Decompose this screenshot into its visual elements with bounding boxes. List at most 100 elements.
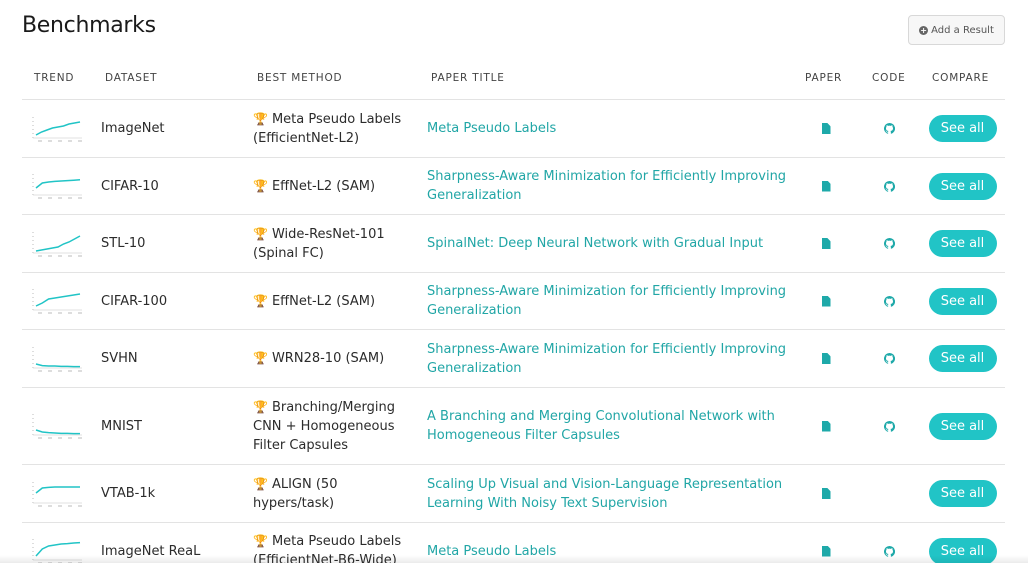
github-icon[interactable]	[883, 295, 895, 307]
paper-document-icon[interactable]	[822, 238, 831, 249]
trend-line	[35, 362, 80, 367]
header-trend: TREND	[34, 72, 75, 84]
trend-line	[35, 485, 80, 494]
trend-line	[35, 120, 81, 136]
trend-sparkline[interactable]	[30, 330, 82, 387]
trend-chart	[32, 231, 82, 256]
table-row: SVHN 🏆 WRN28-10 (SAM) Sharpness-Aware Minim…	[22, 330, 1005, 388]
header-dataset: DATASET	[105, 72, 158, 84]
trend-line	[35, 234, 81, 252]
dataset-name[interactable]: VTAB-1k	[101, 465, 251, 522]
dataset-name[interactable]: MNIST	[101, 388, 251, 464]
table-row: CIFAR-100 🏆 EffNet-L2 (SAM) Sharpness-Aware…	[22, 273, 1005, 330]
trophy-icon: 🏆	[253, 399, 268, 414]
dataset-name[interactable]: CIFAR-100	[101, 273, 251, 329]
header-paper: PAPER	[805, 72, 843, 84]
dataset-name[interactable]: STL-10	[101, 215, 251, 272]
best-method-label: Meta Pseudo Labels (EfficientNet-B6-Wide…	[253, 534, 402, 563]
see-all-button[interactable]: See all	[928, 480, 997, 507]
trophy-icon: 🏆	[253, 178, 268, 193]
paper-title-link[interactable]: Sharpness-Aware Minimization for Efficie…	[427, 273, 787, 329]
best-method[interactable]: 🏆 WRN28-10 (SAM)	[253, 330, 413, 387]
trend-chart	[32, 116, 82, 141]
trend-sparkline[interactable]	[30, 158, 82, 214]
trend-sparkline[interactable]	[30, 273, 82, 329]
see-all-button[interactable]: See all	[928, 115, 997, 142]
paper-document-icon[interactable]	[822, 296, 831, 307]
paper-document-icon[interactable]	[822, 546, 831, 557]
best-method[interactable]: 🏆 ALIGN (50 hypers/task)	[253, 465, 413, 522]
see-all-button[interactable]: See all	[928, 537, 997, 563]
add-result-label: Add a Result	[931, 24, 994, 36]
paper-cell	[811, 215, 841, 272]
paper-document-icon[interactable]	[822, 123, 831, 134]
trend-sparkline[interactable]	[30, 100, 82, 157]
best-method-label: Branching/Merging CNN + Homogeneous Filt…	[253, 399, 395, 453]
trend-line	[35, 179, 81, 189]
trend-sparkline[interactable]	[30, 388, 82, 464]
trend-chart	[32, 539, 82, 563]
trend-sparkline[interactable]	[30, 465, 82, 522]
paper-document-icon[interactable]	[822, 488, 831, 499]
best-method[interactable]: 🏆 Meta Pseudo Labels (EfficientNet-L2)	[253, 100, 413, 157]
compare-cell: See all	[928, 158, 997, 214]
trend-chart	[32, 289, 82, 314]
compare-cell: See all	[928, 465, 997, 522]
github-icon[interactable]	[883, 545, 895, 557]
dataset-name[interactable]: CIFAR-10	[101, 158, 251, 214]
compare-cell: See all	[928, 523, 997, 563]
table-row: STL-10 🏆 Wide-ResNet-101 (Spinal FC) Spinal…	[22, 215, 1005, 273]
see-all-button[interactable]: See all	[928, 230, 997, 257]
paper-title-link[interactable]: Meta Pseudo Labels	[427, 523, 787, 563]
paper-title-link[interactable]: SpinalNet: Deep Neural Network with Grad…	[427, 215, 787, 272]
code-cell	[875, 388, 903, 464]
best-method[interactable]: 🏆 EffNet-L2 (SAM)	[253, 158, 413, 214]
best-method-label: Meta Pseudo Labels (EfficientNet-L2)	[253, 111, 402, 146]
table-row: ImageNet ReaL 🏆 Meta Pseudo Labels (Effici…	[22, 523, 1005, 563]
paper-title-link[interactable]: Sharpness-Aware Minimization for Efficie…	[427, 158, 787, 214]
best-method[interactable]: 🏆 Wide-ResNet-101 (Spinal FC)	[253, 215, 413, 272]
paper-title-link[interactable]: Sharpness-Aware Minimization for Efficie…	[427, 330, 787, 387]
github-icon[interactable]	[883, 238, 895, 249]
see-all-button[interactable]: See all	[928, 412, 997, 440]
best-method-label: WRN28-10 (SAM)	[271, 351, 385, 366]
best-method[interactable]: 🏆 Branching/Merging CNN + Homogeneous Fil…	[253, 388, 413, 464]
paper-title-link[interactable]: Scaling Up Visual and Vision-Language Re…	[427, 465, 787, 522]
best-method-label: Wide-ResNet-101 (Spinal FC)	[253, 226, 385, 261]
paper-document-icon[interactable]	[822, 181, 831, 192]
see-all-button[interactable]: See all	[928, 287, 997, 315]
trend-chart	[32, 414, 82, 439]
code-cell	[875, 100, 903, 157]
paper-document-icon[interactable]	[822, 421, 831, 432]
compare-cell: See all	[928, 330, 997, 387]
header-code: CODE	[872, 72, 906, 84]
github-icon[interactable]	[883, 353, 895, 364]
compare-cell: See all	[928, 273, 997, 329]
github-icon[interactable]	[883, 420, 895, 432]
table-row: VTAB-1k 🏆 ALIGN (50 hypers/task) Scaling Up…	[22, 465, 1005, 523]
github-icon[interactable]	[883, 180, 895, 192]
dataset-name[interactable]: ImageNet	[101, 100, 251, 157]
code-cell	[875, 158, 903, 214]
dataset-name[interactable]: SVHN	[101, 330, 251, 387]
header-paper-title: PAPER TITLE	[431, 72, 505, 84]
best-method[interactable]: 🏆 Meta Pseudo Labels (EfficientNet-B6-Wid…	[253, 523, 413, 563]
see-all-button[interactable]: See all	[928, 345, 997, 372]
paper-title-link[interactable]: A Branching and Merging Convolutional Ne…	[427, 388, 787, 464]
trend-chart	[32, 174, 82, 199]
paper-document-icon[interactable]	[822, 353, 831, 364]
best-method[interactable]: 🏆 EffNet-L2 (SAM)	[253, 273, 413, 329]
dataset-name[interactable]: ImageNet ReaL	[101, 523, 251, 563]
trophy-icon: 🏆	[253, 111, 268, 126]
plus-circle-icon: +	[919, 25, 929, 35]
paper-cell	[811, 388, 841, 464]
paper-title-link[interactable]: Meta Pseudo Labels	[427, 100, 787, 157]
trophy-icon: 🏆	[253, 476, 268, 491]
add-result-button[interactable]: + Add a Result	[908, 15, 1005, 45]
trend-sparkline[interactable]	[30, 523, 82, 563]
paper-cell	[811, 523, 841, 563]
table-row: ImageNet 🏆 Meta Pseudo Labels (EfficientNe…	[22, 100, 1005, 158]
trend-sparkline[interactable]	[30, 215, 82, 272]
github-icon[interactable]	[883, 123, 895, 134]
see-all-button[interactable]: See all	[928, 172, 997, 200]
